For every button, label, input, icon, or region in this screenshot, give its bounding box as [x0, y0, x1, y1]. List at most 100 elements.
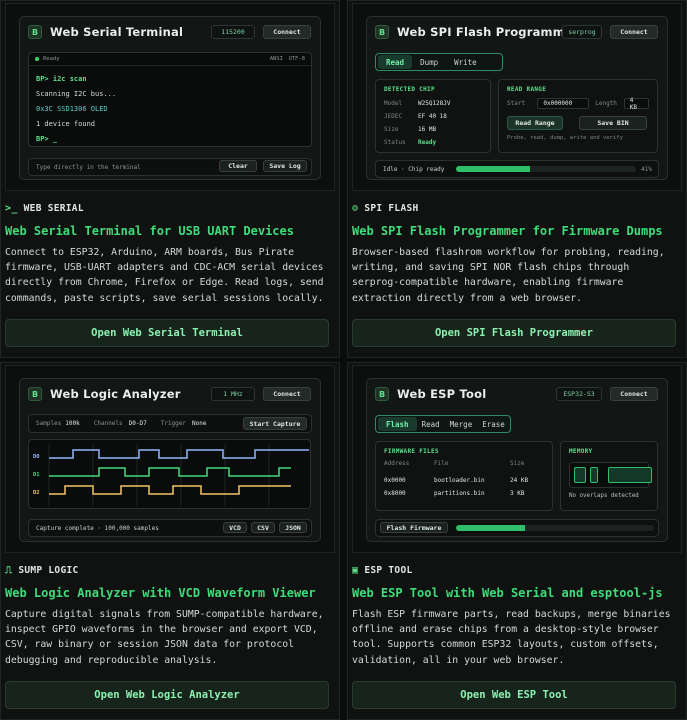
memory-note: No overlaps detected — [569, 493, 639, 499]
esp-progress — [456, 525, 654, 531]
open-esp-tool-button[interactable]: Open Web ESP Tool — [352, 681, 676, 709]
rate-select[interactable]: 1 MHz — [211, 387, 255, 401]
terminal-icon: >_ — [5, 203, 18, 214]
tab-merge[interactable]: Merge — [445, 417, 478, 431]
tab-dump[interactable]: Dump — [412, 55, 446, 69]
flash-firmware-button[interactable]: Flash Firmware — [380, 522, 448, 533]
waveform-view[interactable]: D0 D1 D2 — [28, 439, 311, 509]
col-address: Address — [384, 460, 410, 467]
section-label: ESP TOOL — [364, 565, 413, 576]
col-file: File — [434, 460, 449, 467]
terminal-line: BP> i2c scan — [36, 75, 87, 83]
trigger-label: Trigger — [160, 420, 187, 427]
file-file: partitions.bin — [434, 490, 485, 497]
start-input[interactable]: 0x000000 — [537, 98, 590, 109]
read-range-button[interactable]: Read Range — [507, 116, 563, 130]
chip-select[interactable]: ESP32-S3 — [556, 387, 602, 401]
esp-window: B Web ESP Tool ESP32-S3 Connect Flash Re… — [366, 378, 668, 542]
chip-info-row: Status Ready — [384, 136, 482, 149]
description: Connect to ESP32, Arduino, ARM boards, B… — [5, 247, 324, 304]
preview-esp-tool: B Web ESP Tool ESP32-S3 Connect Flash Re… — [352, 365, 682, 553]
trigger-value[interactable]: None — [192, 420, 206, 427]
encoding-utf8[interactable]: UTF-8 — [288, 56, 305, 62]
connect-button[interactable]: Connect — [610, 25, 658, 39]
spi-progress — [456, 166, 636, 172]
card-sump-logic: B Web Logic Analyzer 1 MHz Connect Sampl… — [0, 362, 340, 720]
clear-button[interactable]: Clear — [219, 160, 257, 172]
samples-label: Samples — [36, 420, 62, 427]
connect-button[interactable]: Connect — [263, 25, 311, 39]
app-logo-icon: B — [28, 25, 42, 39]
chip-info-key: Size — [384, 126, 399, 133]
section-title-esp-tool: ▣ ESP TOOL — [352, 565, 412, 576]
terminal-line: 1 device found — [36, 120, 96, 128]
tab-erase[interactable]: Erase — [477, 417, 510, 431]
file-row[interactable]: 0x8000 partitions.bin 3 KB — [384, 487, 544, 500]
channel-label: D0 — [33, 454, 40, 460]
tab-read[interactable]: Read — [417, 417, 445, 431]
channels-value[interactable]: D0-D7 — [129, 420, 147, 427]
terminal-lines: BP> i2c scan Scanning I2C bus... 0x3C SSD1… — [29, 66, 311, 153]
read-range-panel: READ RANGE Start 0x000000 Length 4 KB Re… — [498, 79, 658, 153]
connect-button[interactable]: Connect — [263, 387, 311, 401]
tab-read[interactable]: Read — [378, 55, 413, 69]
chip-info: Model W25Q128JV JEDEC EF 40 18 Size 16 MB Stat… — [384, 97, 482, 149]
open-spi-flash-button[interactable]: Open SPI Flash Programmer — [352, 319, 676, 347]
terminal-input[interactable]: Type directly in the terminal Clear Save… — [28, 158, 312, 176]
samples-value[interactable]: 100k — [65, 420, 79, 427]
chip-info-row: JEDEC EF 40 18 — [384, 110, 482, 123]
open-web-serial-button[interactable]: Open Web Serial Terminal — [5, 319, 329, 347]
save-bin-button[interactable]: Save BIN — [579, 116, 647, 130]
section-title-web-serial: >_ WEB SERIAL — [5, 203, 84, 214]
headline: Web SPI Flash Programmer for Firmware Du… — [352, 224, 663, 238]
export-json-button[interactable]: JSON — [279, 522, 307, 533]
connect-button[interactable]: Connect — [610, 387, 658, 401]
headline: Web Logic Analyzer with VCD Waveform Vie… — [5, 586, 316, 600]
window-title: Web Serial Terminal — [50, 25, 184, 39]
chip-info-key: Model — [384, 100, 403, 107]
tab-flash[interactable]: Flash — [378, 417, 417, 431]
col-size: Size — [510, 460, 525, 467]
memory-panel: MEMORY No overlaps detected — [560, 441, 658, 511]
capture-settings: Samples 100k Channels D0-D7 Trigger None… — [28, 414, 312, 433]
terminal-line: BP> _ — [36, 135, 58, 143]
window-title: Web ESP Tool — [397, 387, 487, 401]
spi-tabs: Read Dump Write — [375, 53, 503, 71]
chip-info-row: Size 16 MB — [384, 123, 482, 136]
start-label: Start — [507, 100, 526, 107]
memory-title: MEMORY — [569, 448, 593, 455]
file-address: 0x0000 — [384, 477, 406, 484]
card-esp-tool: B Web ESP Tool ESP32-S3 Connect Flash Re… — [347, 362, 687, 720]
esp-tabs: Flash Read Merge Erase — [375, 415, 511, 433]
terminal-line: 0x3C SSD1306 OLED — [36, 105, 108, 113]
section-label: WEB SERIAL — [23, 203, 84, 214]
export-csv-button[interactable]: CSV — [251, 522, 275, 533]
headline: Web ESP Tool with Web Serial and esptool… — [352, 586, 663, 600]
open-logic-analyzer-button[interactable]: Open Web Logic Analyzer — [5, 681, 329, 709]
chip-info-row: Model W25Q128JV — [384, 97, 482, 110]
start-capture-button[interactable]: Start Capture — [243, 417, 307, 430]
baud-select[interactable]: 115200 — [211, 25, 255, 39]
logic-window: B Web Logic Analyzer 1 MHz Connect Sampl… — [19, 378, 321, 542]
spi-progress-label: 41% — [641, 165, 652, 173]
file-row[interactable]: 0x0000 bootloader.bin 24 KB — [384, 474, 544, 487]
section-label: SUMP LOGIC — [18, 565, 79, 576]
mode-select[interactable]: serprog — [562, 25, 602, 39]
headline: Web Serial Terminal for USB UART Devices — [5, 224, 294, 238]
length-label: Length — [595, 100, 617, 107]
chip-info-key: Status — [384, 139, 406, 146]
length-input[interactable]: 4 KB — [623, 97, 649, 111]
capture-status: Capture complete · 100,000 samples — [36, 524, 159, 532]
export-vcd-button[interactable]: VCD — [223, 522, 247, 533]
channels-label: Channels — [93, 420, 123, 427]
status-dot-icon — [35, 57, 39, 61]
chip-info-value: 16 MB — [418, 126, 437, 133]
read-range-title: READ RANGE — [507, 86, 547, 93]
preview-sump-logic: B Web Logic Analyzer 1 MHz Connect Sampl… — [5, 365, 335, 553]
waveform-trace — [49, 467, 291, 477]
encoding-ansi[interactable]: ANSI — [270, 56, 283, 62]
app-logo-icon: B — [375, 387, 389, 401]
tab-write[interactable]: Write — [446, 55, 485, 69]
app-logo-icon: B — [28, 387, 42, 401]
save-log-button[interactable]: Save Log — [263, 160, 307, 172]
